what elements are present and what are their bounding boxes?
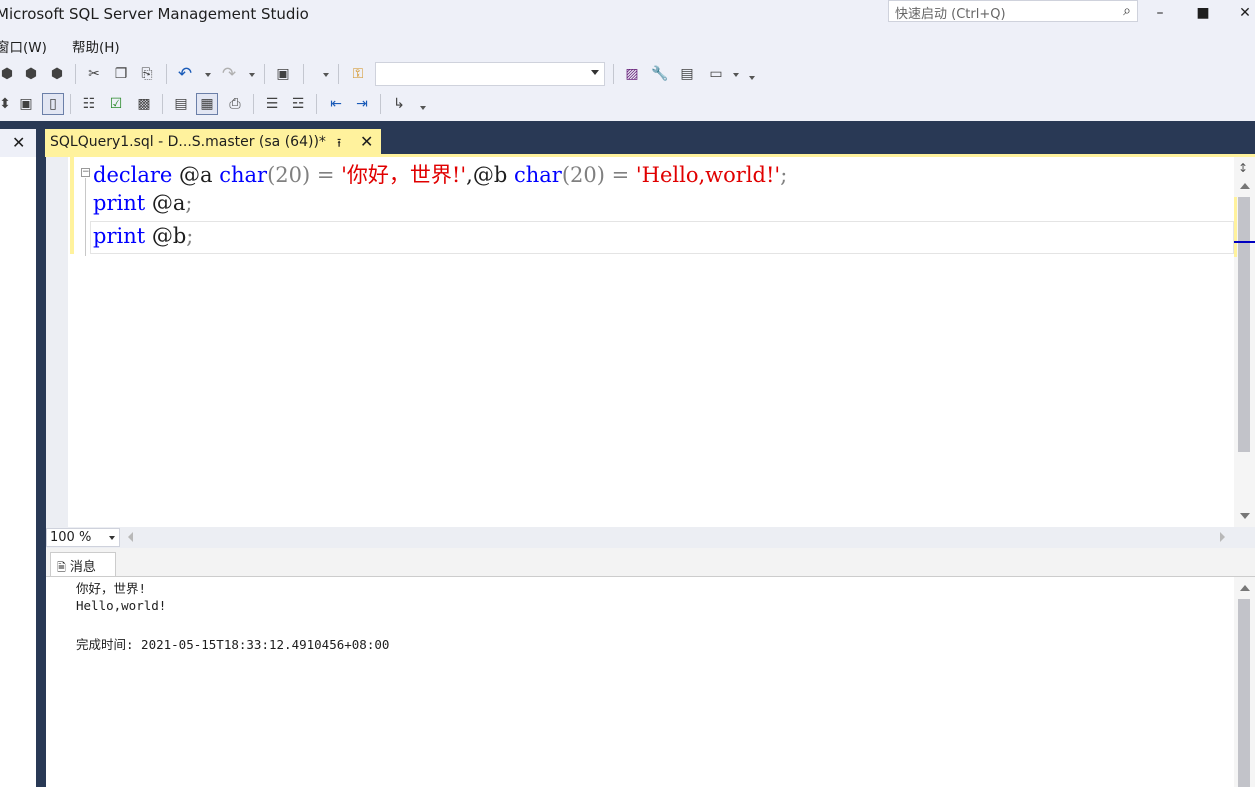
outline-fold-line [85, 178, 86, 256]
scroll-thumb[interactable] [1238, 197, 1250, 452]
results-grid-toggle-icon[interactable]: ▦ [196, 93, 218, 115]
code-token: print [93, 224, 146, 248]
tab-sqlquery1[interactable]: SQLQuery1.sql - D...S.master (sa (64))* … [45, 129, 381, 156]
zoom-value: 100 % [50, 530, 92, 545]
completion-time: 完成时间: 2021-05-15T18:33:12.4910456+08:00 [76, 637, 390, 652]
collapse-icon[interactable]: − [81, 168, 90, 177]
close-tab-icon[interactable]: ✕ [360, 132, 373, 151]
dax-query-icon[interactable]: ⬢ [46, 63, 68, 85]
undo-icon[interactable]: ↶ [174, 63, 196, 85]
code-token: ; [780, 163, 788, 187]
scroll-down-icon[interactable] [1240, 513, 1250, 519]
tab-messages[interactable]: 🗎 消息 [50, 552, 116, 576]
scroll-left-icon[interactable] [128, 532, 133, 542]
message-line: 你好，世界! [76, 581, 147, 596]
code-line-3[interactable]: print @b; [93, 224, 193, 248]
search-icon: ⌕ [1123, 3, 1131, 19]
standard-toolbar: ⬢ ⬢ ⬢ ✂ ❐ ⎘ ↶ ↷ ▣ ⚿ ▨ 🔧 ▤ ▭ [0, 60, 800, 88]
code-line-1[interactable]: declare @a char(20) = '你好，世界!',@b char(2… [93, 159, 787, 189]
database-selector[interactable] [375, 62, 605, 86]
code-token: (20) [561, 163, 612, 187]
visual-studio-icon[interactable]: ▨ [621, 63, 643, 85]
menu-bar: 窗口(W) 帮助(H) [0, 32, 800, 56]
quick-launch-placeholder: 快速启动 (Ctrl+Q) [895, 7, 1006, 22]
parse-icon[interactable]: ☑ [105, 93, 127, 115]
change-connection-icon[interactable]: ⚿ [347, 63, 369, 85]
xmla-query-icon[interactable]: ⬢ [20, 63, 42, 85]
code-token: ,@b [466, 163, 514, 187]
results-to-file-icon[interactable]: ⎙ [224, 93, 246, 115]
message-line: Hello,world! [76, 598, 167, 613]
minimize-button[interactable]: – [1148, 2, 1172, 24]
change-tracking-bar [70, 157, 74, 254]
tab-label: SQLQuery1.sql - D...S.master (sa (64))* [50, 134, 326, 150]
close-window-button[interactable]: ✕ [1233, 2, 1255, 24]
code-token: ; [185, 191, 193, 215]
code-token: 'Hello,world!' [635, 163, 781, 187]
command-window-icon[interactable]: ▭ [705, 63, 727, 85]
code-token: @b [145, 224, 187, 248]
chevron-down-icon [109, 536, 115, 540]
zoom-bar: 100 % [46, 527, 1255, 548]
results-tab-bar: 🗎 消息 [46, 548, 1255, 576]
code-token: ; [186, 224, 194, 248]
tab-messages-label: 消息 [69, 560, 96, 575]
object-explorer-panel [0, 129, 36, 787]
title-bar: Microsoft SQL Server Management Studio 快… [0, 0, 1255, 30]
change-marker [1234, 197, 1237, 257]
menu-window[interactable]: 窗口(W) [0, 36, 47, 56]
messages-icon: 🗎 [57, 561, 66, 574]
connect-icon[interactable]: ⬍ [0, 93, 16, 115]
scroll-thumb[interactable] [1238, 599, 1250, 787]
activity-monitor-icon[interactable]: ▣ [272, 63, 294, 85]
paste-icon[interactable]: ⎘ [136, 63, 158, 85]
code-token: char [513, 163, 562, 187]
caret-position-marker [1234, 241, 1255, 243]
query-editor[interactable]: − declare @a char(20) = '你好，世界!',@b char… [46, 157, 1255, 527]
results-to-grid-icon[interactable]: ▯ [42, 93, 64, 115]
editor-gutter [46, 157, 68, 527]
code-token: '你好，世界!' [341, 163, 467, 187]
editor-vertical-scrollbar[interactable]: ↕ [1234, 157, 1255, 527]
code-token: = [611, 163, 636, 187]
wrench-icon[interactable]: 🔧 [649, 63, 671, 85]
cut-icon[interactable]: ✂ [83, 63, 105, 85]
code-line-2[interactable]: print @a; [93, 191, 192, 215]
include-actual-plan-icon[interactable]: ▩ [133, 93, 155, 115]
current-line-highlight [90, 221, 1234, 254]
sql-editor-toolbar: ⬍ ▣ ▯ ☷ ☑ ▩ ▤ ▦ ⎙ ☰ ☲ ⇤ ⇥ ↳ [0, 90, 800, 118]
display-estimated-plan-icon[interactable]: ☷ [78, 93, 100, 115]
code-token: char [219, 163, 268, 187]
code-token: = [316, 163, 342, 187]
mdx-query-icon[interactable]: ⬢ [0, 63, 18, 85]
comment-out-icon[interactable]: ☰ [261, 93, 283, 115]
close-icon[interactable]: ✕ [12, 133, 25, 152]
redo-icon[interactable]: ↷ [218, 63, 240, 85]
scroll-right-icon[interactable] [1220, 532, 1225, 542]
maximize-button[interactable]: ■ [1191, 2, 1215, 24]
include-client-statistics-icon[interactable]: ▤ [170, 93, 192, 115]
code-token: print [93, 191, 146, 215]
code-token: (20) [267, 163, 317, 187]
toolbox-icon[interactable]: ▤ [676, 63, 698, 85]
specify-template-values-icon[interactable]: ↳ [388, 93, 410, 115]
pin-icon[interactable]: ⭱ [337, 134, 341, 155]
copy-icon[interactable]: ❐ [110, 63, 132, 85]
zoom-select[interactable]: 100 % [46, 528, 120, 547]
menu-help[interactable]: 帮助(H) [72, 36, 120, 56]
results-to-text-icon[interactable]: ▣ [15, 93, 37, 115]
scroll-up-icon[interactable] [1240, 183, 1250, 189]
scroll-up-icon[interactable] [1240, 585, 1250, 591]
decrease-indent-icon[interactable]: ⇤ [325, 93, 347, 115]
app-title: Microsoft SQL Server Management Studio [0, 5, 309, 23]
code-token: declare [93, 163, 173, 187]
messages-pane[interactable]: 你好，世界! Hello,world! 完成时间: 2021-05-15T18:… [46, 576, 1255, 787]
uncomment-icon[interactable]: ☲ [287, 93, 309, 115]
quick-launch-input[interactable]: 快速启动 (Ctrl+Q) ⌕ [888, 0, 1138, 22]
split-window-icon[interactable]: ↕ [1238, 161, 1248, 175]
increase-indent-icon[interactable]: ⇥ [351, 93, 373, 115]
code-token: @a [145, 191, 186, 215]
code-token: @a [172, 163, 220, 187]
messages-vertical-scrollbar[interactable] [1234, 577, 1255, 787]
